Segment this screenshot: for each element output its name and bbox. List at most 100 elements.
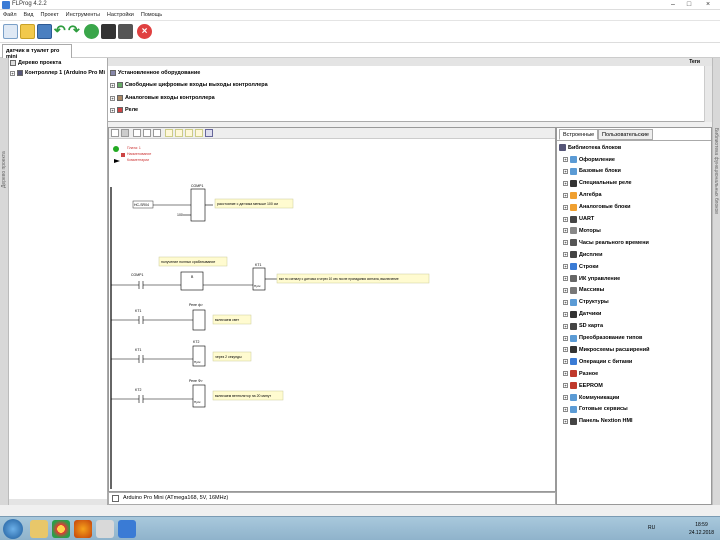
arrow-down-icon[interactable] xyxy=(143,129,151,137)
library-item[interactable]: + Оформление xyxy=(563,156,615,163)
expand-icon[interactable]: + xyxy=(563,287,568,293)
menu-file[interactable]: Файл xyxy=(3,12,17,18)
expand-icon[interactable]: + xyxy=(110,95,115,101)
close-window-button[interactable]: × xyxy=(698,0,718,9)
save-icon[interactable] xyxy=(111,129,119,137)
expand-icon[interactable]: + xyxy=(563,359,568,365)
comparator-block[interactable] xyxy=(190,188,206,222)
menu-project[interactable]: Проект xyxy=(40,12,58,18)
expand-icon[interactable]: + xyxy=(10,70,15,76)
right-side-strip[interactable]: Библиотека функциональных блоков xyxy=(712,58,720,505)
library-item[interactable]: + Моторы xyxy=(563,227,601,235)
verify-icon[interactable] xyxy=(84,24,99,39)
network-4[interactable]: KT1 KT2 Пуск через 2 секунды xyxy=(111,340,252,367)
network-1[interactable]: HC-SR04 100 COMP1 расстояние с датчика м… xyxy=(132,184,294,222)
minimize-button[interactable]: – xyxy=(666,0,680,9)
expand-icon[interactable]: + xyxy=(563,276,568,281)
hw-item[interactable]: + Аналоговые входы контроллера xyxy=(110,95,215,101)
expand-icon[interactable]: + xyxy=(563,406,568,412)
expand-icon[interactable]: + xyxy=(563,395,568,400)
expand-icon[interactable]: + xyxy=(563,347,568,353)
app-icon[interactable] xyxy=(96,520,114,538)
expand-icon[interactable]: + xyxy=(563,192,568,198)
open-folder-icon[interactable] xyxy=(20,24,35,39)
expand-icon[interactable]: + xyxy=(563,180,568,186)
library-item[interactable]: + EEPROM xyxy=(563,382,603,390)
tree-hscroll[interactable] xyxy=(9,499,107,505)
library-item[interactable]: + Структуры xyxy=(563,298,609,306)
menu-help[interactable]: Помощь xyxy=(141,12,162,18)
hw-item[interactable]: Установленное оборудование xyxy=(110,70,200,76)
library-item[interactable]: + ИК управление xyxy=(563,275,620,282)
expand-icon[interactable]: + xyxy=(563,157,568,162)
library-item[interactable]: + SD карта xyxy=(563,322,603,330)
library-item[interactable]: + Аналоговые блоки xyxy=(563,203,631,211)
library-item[interactable]: + Датчики xyxy=(563,310,601,318)
export-icon[interactable] xyxy=(205,129,213,137)
insert-icon[interactable] xyxy=(153,129,161,137)
expand-icon[interactable]: + xyxy=(563,335,568,341)
library-item[interactable]: + Специальные реле xyxy=(563,179,632,187)
library-item[interactable]: + Алгебра xyxy=(563,191,602,199)
library-item[interactable]: + Микросхемы расширений xyxy=(563,346,650,354)
library-item[interactable]: + Массивы xyxy=(563,286,604,294)
menu-view[interactable]: Вид xyxy=(24,12,34,18)
chrome-icon[interactable] xyxy=(52,520,70,538)
compile-icon[interactable] xyxy=(101,24,116,39)
expand-icon[interactable]: + xyxy=(110,82,115,88)
language-indicator[interactable]: RU xyxy=(648,525,655,531)
tab-user[interactable]: Пользовательские xyxy=(598,129,653,140)
network-5[interactable]: KT2 Реле Ф> Пуск включаем вентилятор на … xyxy=(111,379,284,408)
expand-icon[interactable]: + xyxy=(563,323,568,329)
library-item[interactable]: + Коммуникации xyxy=(563,394,619,401)
block-icon[interactable] xyxy=(175,129,183,137)
expand-icon[interactable]: + xyxy=(563,311,568,317)
library-item[interactable]: + Дисплеи xyxy=(563,251,603,259)
expand-icon[interactable]: + xyxy=(563,228,568,234)
maximize-button[interactable]: □ xyxy=(682,0,696,9)
hw-item[interactable]: + Свободные цифровые входы выходы контрол… xyxy=(110,82,268,88)
redo-icon[interactable]: ↷ xyxy=(68,23,80,39)
clock[interactable]: 18:59 24.12.2018 xyxy=(689,521,714,537)
firefox-icon[interactable] xyxy=(74,520,92,538)
stop-icon[interactable]: × xyxy=(137,24,152,39)
start-button[interactable] xyxy=(3,519,23,539)
expand-icon[interactable]: + xyxy=(563,240,568,246)
expand-icon[interactable]: + xyxy=(563,252,568,258)
upload-icon[interactable] xyxy=(118,24,133,39)
save-icon[interactable] xyxy=(37,24,52,39)
tree-root[interactable]: Дерево проекта xyxy=(10,60,61,66)
expand-icon[interactable]: + xyxy=(563,371,568,377)
undo-icon[interactable]: ↶ xyxy=(54,23,66,39)
menu-tools[interactable]: Инструменты xyxy=(66,12,100,18)
expand-icon[interactable]: + xyxy=(563,204,568,210)
cut-icon[interactable] xyxy=(121,129,129,137)
expand-icon[interactable]: + xyxy=(563,299,568,305)
network-2[interactable]: получение полных срабатывание COMP1 В KT… xyxy=(111,256,430,291)
hardware-vscroll[interactable] xyxy=(704,66,712,122)
expand-icon[interactable]: + xyxy=(563,168,568,174)
library-item[interactable]: + Часы реального времени xyxy=(563,239,649,247)
arrow-up-icon[interactable] xyxy=(133,129,141,137)
expand-icon[interactable]: + xyxy=(110,107,115,113)
tab-document[interactable]: датчик в туалет pro mini xyxy=(2,44,72,60)
relay-coil[interactable] xyxy=(192,309,206,331)
library-item[interactable]: + Операции с битами xyxy=(563,358,632,366)
left-side-strip[interactable]: Дерево проекта xyxy=(0,58,9,505)
expand-icon[interactable]: + xyxy=(563,216,568,222)
expand-icon[interactable]: + xyxy=(563,264,568,270)
wire-icon[interactable] xyxy=(185,129,193,137)
flprog-taskbar-icon[interactable] xyxy=(118,520,136,538)
library-item[interactable]: + Готовые сервисы xyxy=(563,405,628,413)
library-item[interactable]: + Панель Nextion HMI xyxy=(563,417,633,425)
tags-header[interactable]: Теги xyxy=(689,59,700,65)
expand-icon[interactable]: + xyxy=(563,418,568,424)
library-root[interactable]: Библиотека блоков xyxy=(559,144,621,151)
new-file-icon[interactable] xyxy=(3,24,18,39)
tree-controller[interactable]: + Контроллер 1 (Arduino Pro Mi xyxy=(10,70,105,76)
tab-builtin[interactable]: Встроенные xyxy=(559,129,599,140)
library-item[interactable]: + Строки xyxy=(563,263,599,271)
program-canvas[interactable]: Плата: 1 Наименование Комментарии HC-SR0… xyxy=(108,127,556,492)
library-item[interactable]: + UART xyxy=(563,215,594,223)
explorer-icon[interactable] xyxy=(30,520,48,538)
